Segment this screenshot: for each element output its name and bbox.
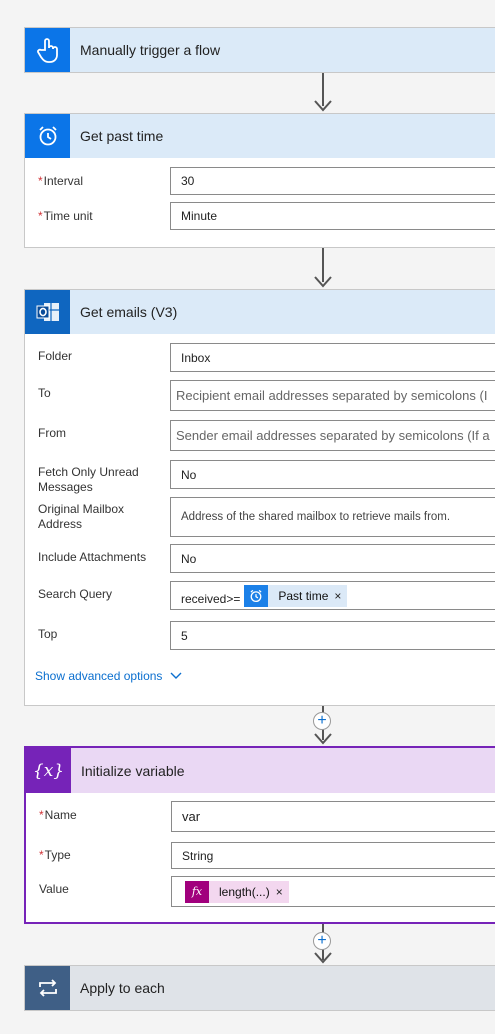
unread-select[interactable]: No xyxy=(170,460,495,489)
to-label: To xyxy=(38,386,51,400)
attachments-label: Include Attachments xyxy=(38,550,147,564)
remove-token-button[interactable]: × xyxy=(334,589,347,603)
apply-to-each-header[interactable]: Apply to each xyxy=(25,966,495,1010)
add-step-button[interactable]: + xyxy=(313,932,331,950)
var-type-label: *Type xyxy=(39,848,71,862)
past-time-token-label: Past time xyxy=(278,588,329,603)
length-expression-token[interactable]: fx length(...) × xyxy=(185,880,289,903)
top-label: Top xyxy=(38,627,58,641)
initialize-variable-card[interactable]: {x} Initialize variable *Name var *Type … xyxy=(24,746,495,924)
initialize-variable-title: Initialize variable xyxy=(81,762,185,779)
to-input[interactable]: Recipient email addresses separated by s… xyxy=(170,380,495,411)
chevron-down-icon xyxy=(170,672,182,679)
top-input[interactable]: 5 xyxy=(170,621,495,650)
interval-input[interactable]: 30 xyxy=(170,167,495,195)
get-past-time-header[interactable]: Get past time xyxy=(25,114,495,158)
get-emails-title: Get emails (V3) xyxy=(80,304,178,320)
variable-icon: {x} xyxy=(26,748,71,793)
alarm-clock-icon xyxy=(244,584,269,607)
mailbox-label: Original Mailbox Address xyxy=(38,502,125,531)
arrow-down-icon xyxy=(314,952,332,964)
get-emails-card[interactable]: Get emails (V3) Folder Inbox To Recipien… xyxy=(24,289,495,706)
interval-label: *Interval xyxy=(38,174,84,188)
attachments-select[interactable]: No xyxy=(170,544,495,573)
length-token-label: length(...) xyxy=(219,884,270,899)
search-prefix: received>= xyxy=(181,591,241,606)
trigger-title: Manually trigger a flow xyxy=(80,42,221,58)
var-value-input[interactable]: fx length(...) × xyxy=(171,876,495,907)
get-past-time-title: Get past time xyxy=(80,128,164,144)
get-past-time-card[interactable]: Get past time *Interval 30 *Time unit Mi… xyxy=(24,113,495,248)
show-advanced-options-link[interactable]: Show advanced options xyxy=(35,669,182,683)
time-unit-select[interactable]: Minute xyxy=(170,202,495,230)
mailbox-input[interactable]: Address of the shared mailbox to retriev… xyxy=(170,497,495,537)
alarm-clock-icon xyxy=(25,114,70,158)
fx-icon: fx xyxy=(185,880,209,903)
arrow-down-icon xyxy=(314,276,332,288)
outlook-icon xyxy=(25,290,70,334)
get-emails-header[interactable]: Get emails (V3) xyxy=(25,290,495,334)
var-value-label: Value xyxy=(39,882,69,896)
search-input[interactable]: received>= Past time × xyxy=(170,581,495,610)
var-name-input[interactable]: var xyxy=(171,801,495,832)
arrow-down-icon xyxy=(314,733,332,745)
apply-to-each-title: Apply to each xyxy=(80,980,165,996)
add-step-button[interactable]: + xyxy=(313,712,331,730)
folder-label: Folder xyxy=(38,349,73,363)
initialize-variable-header[interactable]: {x} Initialize variable xyxy=(26,748,495,793)
from-label: From xyxy=(38,426,66,440)
remove-token-button[interactable]: × xyxy=(276,885,289,899)
search-label: Search Query xyxy=(38,587,113,601)
past-time-token[interactable]: Past time × xyxy=(244,584,348,607)
folder-input[interactable]: Inbox xyxy=(170,343,495,372)
trigger-card[interactable]: Manually trigger a flow xyxy=(24,27,495,73)
loop-icon xyxy=(25,966,70,1010)
trigger-header[interactable]: Manually trigger a flow xyxy=(25,28,495,72)
from-input[interactable]: Sender email addresses separated by semi… xyxy=(170,420,495,451)
unread-label: Fetch Only Unread Messages xyxy=(38,465,139,494)
apply-to-each-card[interactable]: Apply to each xyxy=(24,965,495,1011)
arrow-down-icon xyxy=(314,100,332,112)
var-name-label: *Name xyxy=(39,808,77,822)
var-type-select[interactable]: String xyxy=(171,842,495,869)
hand-pointer-icon xyxy=(25,28,70,72)
time-unit-label: *Time unit xyxy=(38,209,93,223)
